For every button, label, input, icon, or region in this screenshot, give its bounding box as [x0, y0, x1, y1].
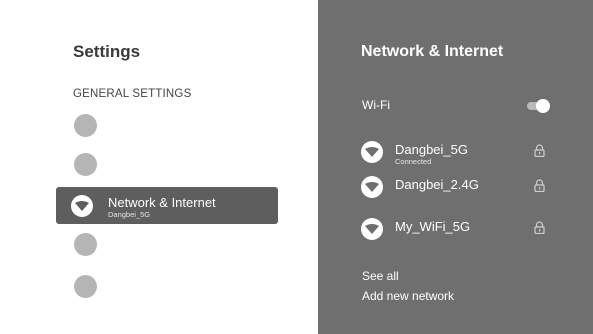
network-item[interactable]: My_WiFi_5G — [361, 217, 571, 241]
toggle-knob — [536, 99, 550, 113]
menu-item-network-internet[interactable]: Network & Internet Dangbei_5G — [56, 187, 278, 224]
lock-icon — [534, 179, 545, 192]
menu-item-placeholder-3[interactable] — [74, 233, 97, 256]
add-network-link[interactable]: Add new network — [362, 289, 454, 303]
wifi-icon — [361, 176, 383, 198]
see-all-link[interactable]: See all — [362, 269, 399, 283]
network-name: My_WiFi_5G — [395, 219, 471, 234]
wifi-icon — [361, 141, 383, 163]
settings-screen: Settings GENERAL SETTINGS Network & Inte… — [0, 0, 593, 334]
section-header: GENERAL SETTINGS — [73, 88, 192, 100]
network-name: Dangbei_2.4G — [395, 177, 479, 192]
menu-item-placeholder-2[interactable] — [74, 153, 97, 176]
network-panel: Network & Internet Wi-Fi Dangbei_5G Conn… — [318, 0, 593, 334]
lock-icon — [534, 144, 545, 157]
network-item[interactable]: Dangbei_2.4G — [361, 175, 571, 199]
wifi-toggle-label: Wi-Fi — [362, 98, 390, 112]
wifi-icon — [71, 195, 93, 217]
settings-menu-panel: Settings GENERAL SETTINGS Network & Inte… — [0, 0, 318, 334]
lock-icon — [534, 221, 545, 234]
menu-item-sublabel: Dangbei_5G — [108, 210, 151, 219]
menu-item-placeholder-4[interactable] — [74, 275, 97, 298]
network-item[interactable]: Dangbei_5G Connected — [361, 140, 571, 166]
wifi-icon — [361, 218, 383, 240]
page-title: Settings — [73, 42, 141, 61]
network-panel-title: Network & Internet — [361, 43, 504, 60]
network-status: Connected — [395, 157, 432, 166]
wifi-toggle[interactable] — [527, 99, 550, 113]
menu-item-label: Network & Internet — [108, 195, 216, 210]
menu-item-placeholder-1[interactable] — [74, 114, 97, 137]
network-name: Dangbei_5G — [395, 142, 468, 157]
